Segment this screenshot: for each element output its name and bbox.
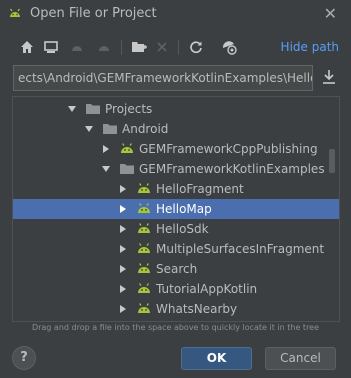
tree-item[interactable]: GEMFrameworkCppPublishing	[13, 139, 339, 159]
close-icon[interactable]: ✕	[324, 4, 337, 23]
tree-item-label: HelloMap	[156, 202, 212, 216]
tree-item-label: Android	[122, 122, 169, 136]
tree-item-label: HelloFragment	[156, 182, 244, 196]
title-bar: Open File or Project ✕	[0, 0, 351, 29]
tree-item[interactable]: HelloMap	[13, 199, 339, 219]
drag-drop-hint: Drag and drop a file into the space abov…	[31, 323, 320, 332]
toolbar: Hide path	[0, 36, 351, 60]
android-module-icon[interactable]	[95, 38, 113, 56]
window-title: Open File or Project	[30, 6, 157, 21]
download-icon[interactable]	[322, 68, 340, 88]
chevron-down-icon[interactable]	[85, 125, 93, 133]
toolbar-separator	[178, 40, 179, 55]
chevron-right-icon[interactable]	[119, 245, 127, 253]
chevron-right-icon[interactable]	[119, 225, 127, 233]
tree-item[interactable]: GEMFrameworkKotlinExamples	[13, 159, 339, 179]
android-module-icon	[138, 243, 150, 253]
help-button[interactable]: ?	[12, 346, 36, 370]
tree-item-label: TutorialAppKotlin	[156, 282, 258, 296]
tree-item-label: WhatsNearby	[156, 302, 238, 316]
tree-item[interactable]: Search	[13, 259, 339, 279]
chevron-down-icon[interactable]	[68, 105, 76, 113]
home-icon[interactable]	[18, 38, 36, 56]
toolbar-separator	[121, 40, 122, 55]
android-project-icon[interactable]	[68, 38, 86, 56]
chevron-right-icon[interactable]	[119, 285, 127, 293]
chevron-right-icon[interactable]	[119, 265, 127, 273]
file-tree[interactable]: Projects Android GEMFrameworkCppPublishing…	[12, 96, 340, 322]
tree-item[interactable]: Projects	[13, 99, 339, 119]
android-module-icon	[138, 283, 150, 293]
delete-icon[interactable]	[153, 38, 171, 56]
tree-item-label: GEMFrameworkCppPublishing	[139, 142, 318, 156]
tree-item-label: HelloSdk	[156, 222, 209, 236]
android-module-icon	[121, 143, 133, 153]
refresh-icon[interactable]	[187, 38, 205, 56]
tree-item[interactable]: TutorialAppKotlin	[13, 279, 339, 299]
cancel-button[interactable]: Cancel	[265, 347, 336, 370]
tree-item[interactable]: WhatsNearby	[13, 299, 339, 319]
chevron-right-icon[interactable]	[119, 205, 127, 213]
android-module-icon	[138, 303, 150, 313]
android-module-icon	[138, 263, 150, 273]
chevron-right-icon[interactable]	[102, 145, 110, 153]
tree-item-label: MultipleSurfacesInFragment	[156, 242, 325, 256]
chevron-down-icon[interactable]	[102, 165, 110, 173]
chevron-right-icon[interactable]	[119, 185, 127, 193]
ok-button[interactable]: OK	[181, 347, 252, 370]
tree-item[interactable]: HelloFragment	[13, 179, 339, 199]
android-module-icon	[138, 183, 150, 193]
tree-item-label: GEMFrameworkKotlinExamples	[139, 162, 325, 176]
folder-icon	[103, 124, 117, 134]
hide-path-link[interactable]: Hide path	[281, 40, 339, 54]
desktop-icon[interactable]	[42, 38, 60, 56]
tree-item[interactable]: MultipleSurfacesInFragment	[13, 239, 339, 259]
tree-item[interactable]: Android	[13, 119, 339, 139]
folder-icon	[120, 164, 134, 174]
tree-item-label: Search	[156, 262, 198, 276]
tree-item-label: Projects	[105, 102, 153, 116]
android-module-icon	[138, 223, 150, 233]
chevron-right-icon[interactable]	[119, 305, 127, 313]
path-input[interactable]: ects\Android\GEMFrameworkKotlinExamples\…	[13, 65, 313, 91]
android-module-icon	[138, 203, 150, 213]
folder-icon	[86, 104, 100, 114]
tree-item[interactable]: HelloSdk	[13, 219, 339, 239]
show-hidden-icon[interactable]	[220, 38, 238, 56]
new-folder-icon[interactable]	[130, 38, 148, 56]
android-studio-icon	[10, 8, 20, 17]
